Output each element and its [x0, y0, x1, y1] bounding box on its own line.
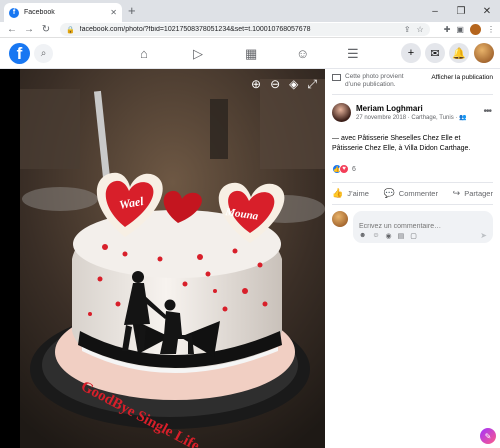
url-text[interactable]: facebook.com/photo/?fbid=102175083780512…	[80, 26, 398, 33]
comment-icon: 💬	[383, 188, 395, 198]
post-caption: — avec Pâtisserie Sheselles Chez Elle et…	[332, 135, 471, 152]
maximize-icon[interactable]: ❐	[448, 0, 474, 22]
side-panel-icon[interactable]: ▣	[456, 25, 464, 34]
cake-photo: Wael Mouna GoodBye Single Life	[20, 69, 325, 448]
post-icon	[332, 74, 341, 81]
photo-info-panel: Cette photo provient d’une publication. …	[325, 69, 500, 448]
messenger-icon[interactable]: ✉	[425, 43, 445, 63]
new-tab-icon[interactable]: +	[128, 4, 136, 18]
window-controls: – ❐ ✕	[422, 0, 500, 22]
like-button[interactable]: 👍 J’aime	[332, 188, 369, 199]
facebook-favicon-icon: f	[9, 7, 19, 18]
search-icon[interactable]: ⌕	[34, 44, 53, 63]
account-avatar[interactable]	[474, 43, 494, 63]
minimize-icon[interactable]: –	[422, 0, 448, 22]
bookmark-star-icon[interactable]: ☆	[417, 25, 424, 34]
comment-button[interactable]: 💬 Commenter	[384, 188, 438, 199]
share-arrow-icon: ↪	[452, 188, 461, 198]
facebook-header: f ⌕ ⌂ ▷ ▦ ☺ ☰ + ✉ 🔔	[0, 38, 500, 69]
reaction-count[interactable]: 6	[352, 166, 356, 173]
marketplace-icon[interactable]: ▦	[245, 46, 257, 62]
post-actions: 👍 J’aime 💬 Commenter ↪ Partager	[332, 182, 493, 205]
home-icon[interactable]: ⌂	[140, 46, 148, 61]
new-message-icon[interactable]: ✎	[480, 428, 496, 444]
zoom-in-icon[interactable]: ⊕	[251, 77, 261, 92]
extensions-area: ✚ ▣ ⋮	[438, 24, 495, 35]
love-reaction-icon: ♥	[339, 164, 349, 174]
zoom-out-icon[interactable]: ⊖	[270, 77, 280, 92]
more-options-icon[interactable]: •••	[483, 106, 491, 117]
view-post-button[interactable]: Afficher la publication	[431, 74, 493, 82]
browser-tab-strip: f Facebook ✕ + – ❐ ✕	[0, 0, 500, 22]
reload-icon[interactable]: ↻	[39, 24, 53, 35]
camera-icon[interactable]: ◉	[386, 232, 392, 240]
avatar-sticker-icon[interactable]: ☻	[359, 232, 366, 240]
share-page-icon[interactable]: ⇪	[404, 25, 411, 34]
watch-video-icon[interactable]: ▷	[193, 46, 203, 62]
author-avatar[interactable]	[332, 103, 351, 122]
fullscreen-icon[interactable]: ⤢	[307, 77, 317, 92]
browser-tab[interactable]: f Facebook ✕	[4, 3, 122, 22]
tab-close-icon[interactable]: ✕	[110, 8, 117, 17]
emoji-icon[interactable]: ☺	[372, 232, 379, 240]
notice-text: Cette photo provient d’une publication.	[345, 73, 404, 88]
my-avatar[interactable]	[332, 211, 348, 227]
author-name[interactable]: Meriam Loghmari	[356, 104, 467, 113]
menu-icon[interactable]: ☰	[347, 46, 359, 62]
thumbs-up-icon: 👍	[332, 188, 344, 198]
post-date-location: 27 novembre 2018 · Carthage, Tunis · 👥	[356, 115, 467, 121]
share-button[interactable]: ↪ Partager	[453, 188, 493, 199]
facebook-logo-icon[interactable]: f	[9, 43, 30, 64]
notifications-bell-icon[interactable]: 🔔	[449, 43, 469, 63]
browser-profile-avatar[interactable]	[469, 24, 481, 35]
send-icon[interactable]: ➤	[480, 231, 487, 240]
back-icon[interactable]: ←	[5, 24, 19, 35]
comment-box: ☻ ☺ ◉ ▤ ▢ ➤	[353, 211, 493, 243]
post-author: Meriam Loghmari 27 novembre 2018 · Carth…	[332, 103, 493, 122]
extensions-icon[interactable]: ✚	[444, 25, 451, 34]
sticker-icon[interactable]: ▢	[410, 232, 417, 240]
comment-tools: ☻ ☺ ◉ ▤ ▢	[359, 232, 423, 240]
address-bar[interactable]: 🔒 facebook.com/photo/?fbid=1021750837805…	[59, 23, 430, 36]
forward-icon[interactable]: →	[22, 24, 36, 35]
groups-icon[interactable]: ☺	[296, 46, 309, 61]
window-close-icon[interactable]: ✕	[474, 0, 500, 22]
gif-icon[interactable]: ▤	[398, 232, 405, 240]
create-plus-icon[interactable]: +	[401, 43, 421, 63]
comment-composer: ☻ ☺ ◉ ▤ ▢ ➤	[332, 211, 493, 243]
browser-toolbar: ← → ↻ 🔒 facebook.com/photo/?fbid=1021750…	[0, 22, 500, 38]
browser-menu-icon[interactable]: ⋮	[487, 25, 495, 34]
comment-input[interactable]	[359, 223, 487, 230]
tab-title: Facebook	[24, 9, 55, 16]
friends-audience-icon: 👥	[459, 115, 467, 121]
lock-icon[interactable]: 🔒	[66, 26, 75, 34]
tag-icon[interactable]: ◈	[289, 77, 298, 92]
reactions-summary[interactable]: 👍 ♥ 6	[332, 164, 493, 174]
post-notice: Cette photo provient d’une publication. …	[332, 73, 493, 95]
photo-viewer: Wael Mouna GoodBye Single Life ⊕ ⊖ ◈ ⤢	[0, 69, 325, 448]
photo-toolbar: ⊕ ⊖ ◈ ⤢	[242, 77, 317, 92]
